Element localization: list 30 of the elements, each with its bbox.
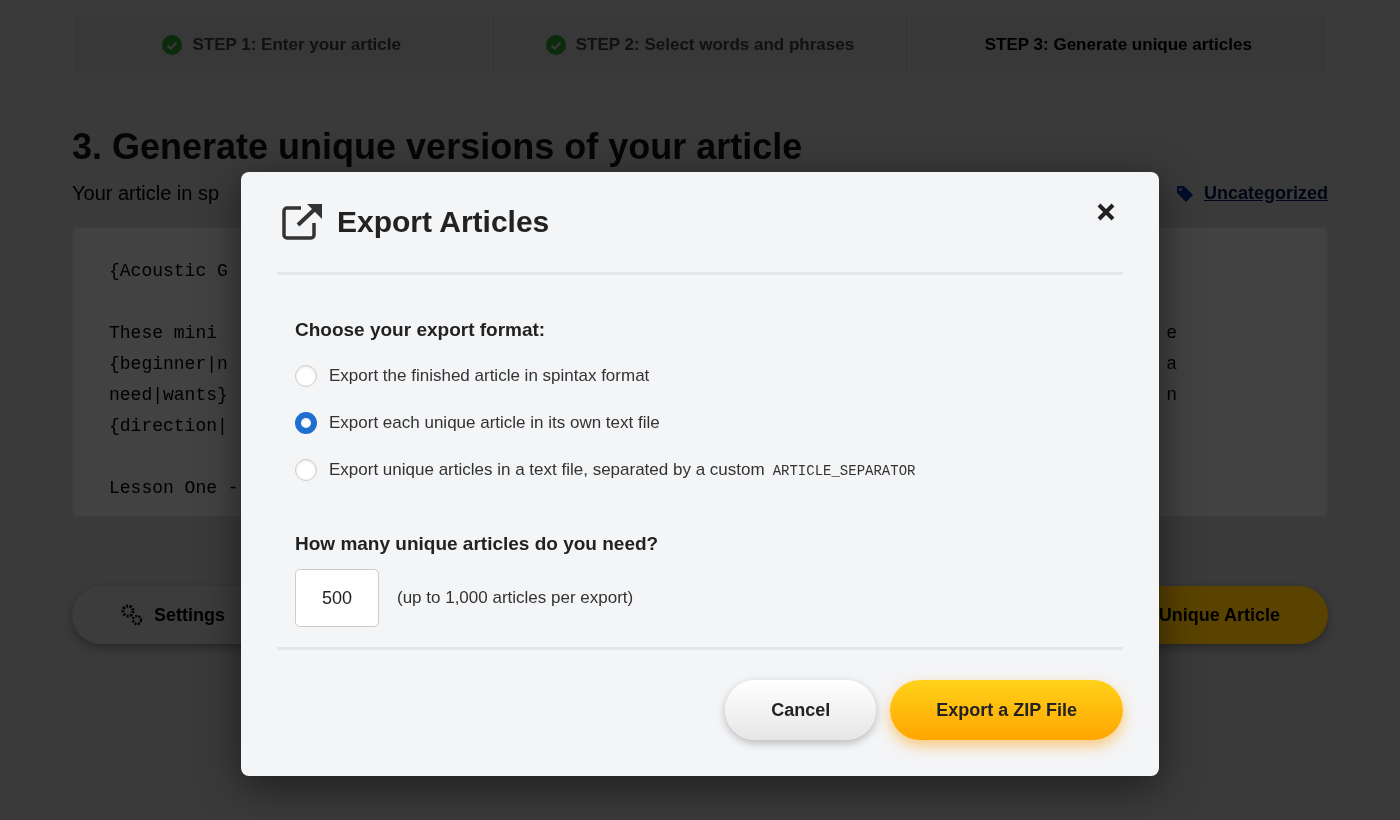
article-text: a (1166, 353, 1177, 376)
format-label: Choose your export format: (295, 319, 547, 341)
article-text: e (1166, 322, 1177, 345)
external-link-icon (281, 203, 323, 241)
category-link[interactable]: Uncategorized (1175, 183, 1328, 204)
option-label: Export each unique article in its own text file (329, 413, 660, 433)
subtitle: Your article in sp (72, 182, 220, 205)
article-text: n (1166, 384, 1177, 407)
cancel-button[interactable]: Cancel (725, 680, 877, 740)
article-text: {direction| (109, 415, 228, 438)
check-circle-icon (545, 34, 566, 55)
count-input[interactable]: 500 (295, 569, 379, 627)
article-text: Lesson One - (109, 477, 239, 500)
check-circle-icon (162, 34, 183, 55)
close-icon[interactable] (1097, 203, 1115, 221)
option-label: Export unique articles in a text file, separated by a custom ARTICLE_SEPARATOR (329, 460, 916, 480)
export-button[interactable]: Export a ZIP File (890, 680, 1123, 740)
step-tab[interactable]: STEP 3: Generate unique articles (909, 16, 1327, 73)
gears-icon (120, 603, 144, 627)
article-text: {beginner|n (109, 353, 228, 376)
article-text: These mini (109, 322, 218, 345)
article-text: {Acoustic G (109, 260, 228, 283)
step-label: STEP 3: Generate unique articles (984, 34, 1252, 55)
radio-button[interactable] (295, 412, 317, 434)
count-label: How many unique articles do you need? (295, 533, 660, 555)
tag-icon (1175, 184, 1196, 203)
count-hint: (up to 1,000 articles per export) (397, 588, 634, 608)
article-text: need|wants} (109, 384, 228, 407)
option-label: Export the finished article in spintax format (329, 366, 650, 386)
dialog-title: Export Articles (337, 205, 551, 239)
